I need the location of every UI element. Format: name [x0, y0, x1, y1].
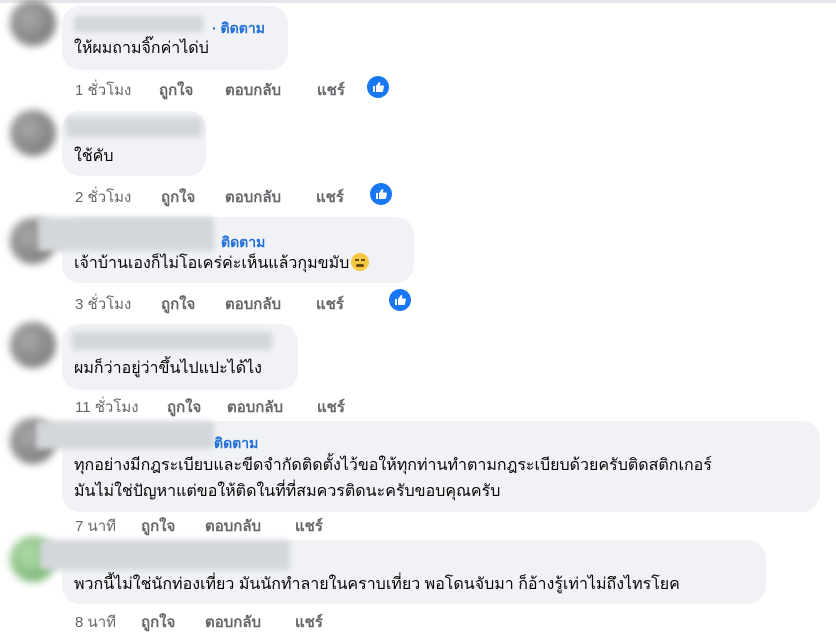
follow-link[interactable]: · ติดตาม: [212, 18, 265, 40]
share-button[interactable]: แชร์: [295, 514, 323, 538]
comment-bubble: ใช้คับ: [62, 111, 206, 176]
reply-button[interactable]: ตอบกลับ: [225, 292, 316, 316]
commenter-name-blurred[interactable]: [74, 16, 204, 32]
comment-text: ให้ผมถามจิ๊กค่าได่บ่: [74, 40, 209, 57]
timestamp[interactable]: 7 นาที: [75, 514, 141, 538]
follow-link[interactable]: ติดตาม: [221, 232, 265, 254]
timestamp[interactable]: 8 นาที: [75, 610, 141, 634]
like-button[interactable]: ถูกใจ: [161, 292, 225, 316]
share-button[interactable]: แชร์: [317, 395, 345, 419]
commenter-name-blurred[interactable]: [36, 421, 214, 449]
comment-actions: 8 นาที ถูกใจ ตอบกลับ แชร์: [75, 610, 323, 634]
reply-button[interactable]: ตอบกลับ: [225, 185, 316, 209]
comment-text: เจ้าบ้านเองก็ไม่โอเคร่ค่ะเห็นแล้วกุมขมับ: [74, 253, 370, 275]
timestamp[interactable]: 11 ชั่วโมง: [75, 395, 167, 419]
like-button[interactable]: ถูกใจ: [161, 185, 225, 209]
weary-face-emoji: [351, 253, 370, 271]
comment-actions: 1 ชั่วโมง ถูกใจ ตอบกลับ แชร์: [75, 78, 345, 102]
comment-text: พวกนี้ไม่ใช่นักท่องเที่ยว มันนักทำลายในค…: [74, 576, 680, 593]
comment-bubble: พวกนี้ไม่ใช่นักท่องเที่ยว มันนักทำลายในค…: [40, 540, 766, 604]
reply-button[interactable]: ตอบกลับ: [225, 78, 317, 102]
like-reaction-icon[interactable]: [367, 76, 389, 98]
commenter-name-blurred[interactable]: [38, 217, 214, 251]
like-button[interactable]: ถูกใจ: [167, 395, 227, 419]
thumbs-up-icon: [395, 295, 406, 305]
share-button[interactable]: แชร์: [295, 610, 323, 634]
comment-actions: 11 ชั่วโมง ถูกใจ ตอบกลับ แชร์: [75, 395, 345, 419]
comment-bubble: ติดตาม ทุกอย่างมีกฎระเบียบและขีดจำกัดติด…: [36, 421, 820, 512]
share-button[interactable]: แชร์: [316, 292, 344, 316]
comment-actions: 3 ชั่วโมง ถูกใจ ตอบกลับ แชร์: [75, 292, 344, 316]
comment-actions: 2 ชั่วโมง ถูกใจ ตอบกลับ แชร์: [75, 185, 344, 209]
comment-bubble: ติดตาม เจ้าบ้านเองก็ไม่โอเคร่ค่ะเห็นแล้ว…: [38, 217, 414, 283]
like-reaction-icon[interactable]: [389, 289, 411, 311]
thumbs-up-icon: [373, 82, 384, 92]
reply-button[interactable]: ตอบกลับ: [205, 514, 295, 538]
comment-text: ทุกอย่างมีกฎระเบียบและขีดจำกัดติดตั้งไว้…: [74, 457, 712, 474]
avatar[interactable]: [10, 110, 56, 156]
comment-text: ใช้คับ: [74, 148, 114, 165]
timestamp[interactable]: 2 ชั่วโมง: [75, 185, 161, 209]
share-button[interactable]: แชร์: [317, 78, 345, 102]
like-reaction-icon[interactable]: [370, 183, 392, 205]
reply-button[interactable]: ตอบกลับ: [205, 610, 295, 634]
top-divider: [0, 0, 836, 3]
reply-button[interactable]: ตอบกลับ: [227, 395, 317, 419]
commenter-name-blurred[interactable]: [72, 332, 272, 350]
comment-bubble: ผมก็ว่าอยู่ว่าขึ้นไปแปะได้ไง: [62, 324, 298, 390]
avatar[interactable]: [10, 322, 56, 368]
comment-text: มันไม่ใช่ปัญหาแต่ขอให้ติดในที่ที่สมควรติ…: [74, 483, 501, 500]
follow-link[interactable]: ติดตาม: [214, 433, 258, 455]
avatar[interactable]: [10, 0, 56, 46]
like-button[interactable]: ถูกใจ: [159, 78, 225, 102]
like-button[interactable]: ถูกใจ: [141, 514, 205, 538]
timestamp[interactable]: 3 ชั่วโมง: [75, 292, 161, 316]
comment-text: ผมก็ว่าอยู่ว่าขึ้นไปแปะได้ไง: [74, 360, 262, 377]
commenter-name-blurred[interactable]: [40, 540, 290, 570]
share-button[interactable]: แชร์: [316, 185, 344, 209]
like-button[interactable]: ถูกใจ: [141, 610, 205, 634]
comment-bubble: · ติดตาม ให้ผมถามจิ๊กค่าได่บ่: [62, 6, 288, 70]
thumbs-up-icon: [376, 189, 387, 199]
commenter-name-blurred[interactable]: [66, 117, 202, 137]
comment-actions: 7 นาที ถูกใจ ตอบกลับ แชร์: [75, 514, 323, 538]
timestamp[interactable]: 1 ชั่วโมง: [75, 78, 159, 102]
